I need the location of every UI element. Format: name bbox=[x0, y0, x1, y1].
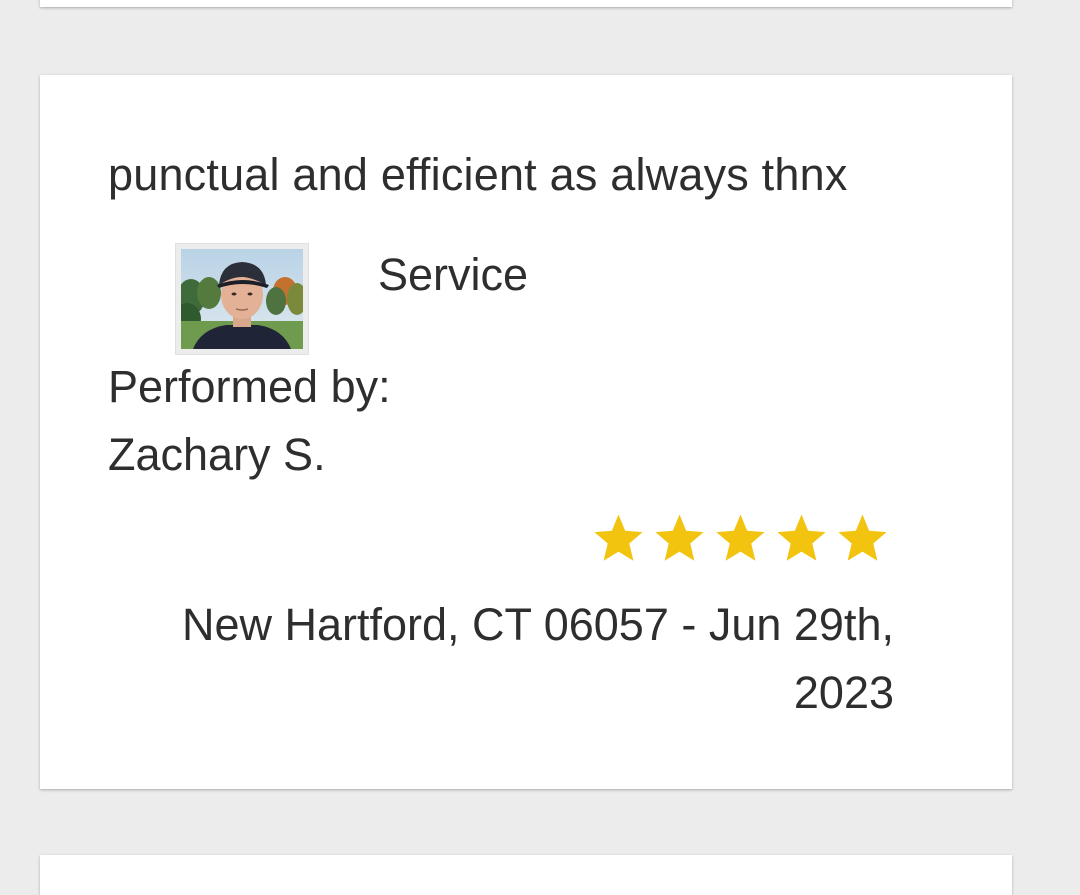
technician-avatar bbox=[175, 243, 309, 355]
performed-by-label: Performed by: bbox=[108, 361, 391, 412]
review-comment: punctual and efficient as always thnx bbox=[108, 149, 848, 200]
service-label: Service bbox=[378, 249, 529, 300]
star-icon bbox=[716, 514, 765, 561]
technician-name: Zachary S. bbox=[108, 429, 326, 480]
technician-photo-icon bbox=[181, 249, 303, 349]
star-rating bbox=[591, 511, 890, 566]
review-card: punctual and efficient as always thnx Se… bbox=[40, 75, 1012, 789]
star-icon bbox=[838, 514, 887, 561]
star-icon bbox=[655, 514, 704, 561]
next-review-card bbox=[40, 855, 1012, 895]
star-icon bbox=[594, 514, 643, 561]
star-icon bbox=[777, 514, 826, 561]
previous-review-card bbox=[40, 0, 1012, 7]
review-location-date: New Hartford, CT 06057 - Jun 29th, 2023 bbox=[181, 599, 894, 718]
